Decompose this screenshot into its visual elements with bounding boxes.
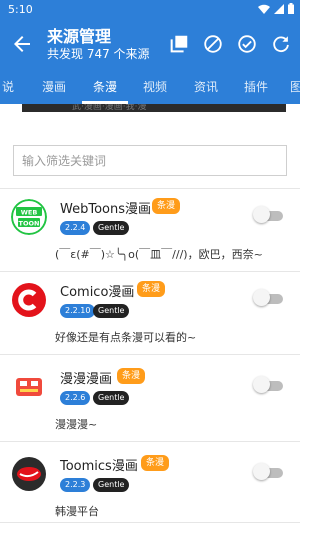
source-name: Comico漫画 <box>60 285 135 300</box>
back-arrow-icon[interactable] <box>10 32 34 56</box>
source-description: 韩漫平台 <box>55 505 99 518</box>
toggle-knob <box>253 463 270 480</box>
author-badge: Gentle <box>93 221 130 235</box>
version-badge: 2.2.4 <box>60 221 91 235</box>
toomics-logo-icon <box>12 457 46 491</box>
toggle-knob <box>253 206 270 223</box>
comico-logo-icon <box>12 283 46 317</box>
category-badge: 条漫 <box>152 198 181 214</box>
disable-icon[interactable] <box>202 33 224 55</box>
source-item[interactable]: 漫漫漫画 条漫 2.2.6 Gentle 漫漫漫~ <box>0 359 300 445</box>
source-name: 漫漫漫画 <box>60 372 113 387</box>
status-icons <box>258 3 294 14</box>
divider <box>0 522 300 523</box>
divider <box>0 441 300 442</box>
enable-toggle[interactable] <box>253 463 283 480</box>
tab-novel[interactable]: 说 <box>2 78 14 95</box>
source-count: 共发现 747 个来源 <box>47 47 150 61</box>
category-tabs: 说 漫画 条漫 视频 资讯 插件 图 <box>0 68 300 104</box>
source-item[interactable]: Toomics漫画 条漫 2.2.3 Gentle 韩漫平台 <box>0 446 300 532</box>
version-badge: 2.2.3 <box>60 478 91 492</box>
author-badge: Gentle <box>93 478 130 492</box>
category-badge: 条漫 <box>137 281 166 297</box>
webtoon-logo-icon: WEB TOON <box>11 199 47 235</box>
page-title: 来源管理 <box>47 27 112 46</box>
filter-input[interactable] <box>14 146 286 175</box>
app-bar: 来源管理 共发现 747 个来源 <box>0 20 300 68</box>
toggle-knob <box>253 289 270 306</box>
tab-image[interactable]: 图 <box>290 78 300 95</box>
toggle-knob <box>253 376 270 393</box>
tab-plugin[interactable]: 插件 <box>244 78 268 95</box>
signal-icon <box>274 3 284 14</box>
source-name: WebToons漫画 <box>60 202 151 217</box>
status-time: 5:10 <box>8 3 33 16</box>
version-badge: 2.2.10 <box>60 304 96 318</box>
banner-image[interactable]: 武·漫画·漫画·我·漫 <box>22 104 286 112</box>
category-badge: 条漫 <box>141 455 170 471</box>
tab-comic[interactable]: 漫画 <box>42 78 66 95</box>
source-item[interactable]: Comico漫画 条漫 2.2.10 Gentle 好像还是有点条漫可以看的~ <box>0 272 300 358</box>
select-all-icon[interactable] <box>168 33 190 55</box>
check-circle-icon[interactable] <box>236 33 258 55</box>
author-badge: Gentle <box>93 391 130 405</box>
author-badge: Gentle <box>93 304 130 318</box>
enable-toggle[interactable] <box>253 289 283 306</box>
svg-text:TOON: TOON <box>19 220 40 228</box>
source-description: 好像还是有点条漫可以看的~ <box>55 331 197 344</box>
tab-news[interactable]: 资讯 <box>194 78 218 95</box>
tab-video[interactable]: 视频 <box>143 78 167 95</box>
toolbar-actions <box>168 33 292 55</box>
manman-logo-icon <box>12 370 46 404</box>
source-item[interactable]: WEB TOON WebToons漫画 条漫 2.2.4 Gentle (￣ε(… <box>0 189 300 275</box>
source-name: Toomics漫画 <box>60 459 138 474</box>
enable-toggle[interactable] <box>253 206 283 223</box>
battery-icon <box>288 3 294 14</box>
filter-box <box>13 145 287 176</box>
banner-text: 武·漫画·漫画·我·漫 <box>72 104 147 112</box>
divider <box>0 354 300 355</box>
category-badge: 条漫 <box>117 368 146 384</box>
svg-text:WEB: WEB <box>21 209 38 217</box>
refresh-icon[interactable] <box>270 33 292 55</box>
wifi-icon <box>258 4 270 14</box>
enable-toggle[interactable] <box>253 376 283 393</box>
source-description: (￣ε(#￣)☆╰╮o(￣皿￣///)，欧巴，西奈~ <box>55 248 263 261</box>
tab-webtoon[interactable]: 条漫 <box>93 78 117 95</box>
source-description: 漫漫漫~ <box>55 418 98 431</box>
status-bar: 5:10 <box>0 0 300 20</box>
version-badge: 2.2.6 <box>60 391 91 405</box>
